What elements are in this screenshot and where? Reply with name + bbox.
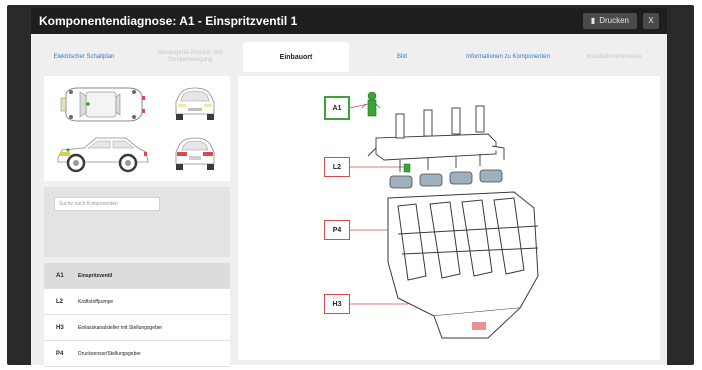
component-name: Einlasskanalsteller mit Stellungsgeber bbox=[78, 324, 163, 331]
component-name: Einspritzventil bbox=[78, 272, 113, 279]
tab-steckerbelegung: Steuergerät-Stecker und Steckerbelegung bbox=[137, 42, 243, 72]
engine-illustration bbox=[349, 91, 539, 339]
location-diagram: A1 L2 P4 H3 bbox=[238, 76, 660, 360]
sidebar: Suche nach Komponenten A1 Einspritzventi… bbox=[44, 76, 230, 367]
component-code: P4 bbox=[56, 350, 64, 357]
component-name: Kraftstoffpumpe bbox=[78, 298, 114, 305]
printer-icon: ▮ bbox=[590, 16, 596, 25]
diagram-label-p4[interactable]: P4 bbox=[324, 220, 350, 240]
search-panel: Suche nach Komponenten bbox=[44, 187, 230, 257]
close-button[interactable]: X bbox=[643, 13, 659, 29]
print-label: Drucken bbox=[599, 16, 629, 25]
vehicle-views bbox=[44, 76, 230, 181]
tab-bild[interactable]: Bild bbox=[349, 42, 455, 72]
component-code: H3 bbox=[56, 324, 64, 331]
component-code: L2 bbox=[56, 298, 64, 305]
window-title: Komponentendiagnose: A1 - Einspritzventi… bbox=[39, 14, 298, 28]
component-name: Drucksensor/Stellungsgeber bbox=[78, 350, 141, 357]
tab-informationen[interactable]: Informationen zu Komponenten bbox=[455, 42, 561, 72]
diagram-label-l2[interactable]: L2 bbox=[324, 157, 350, 177]
tab-einbauort[interactable]: Einbauort bbox=[243, 42, 349, 72]
tab-schaltplan[interactable]: Elektrischer Schaltplan bbox=[31, 42, 137, 72]
main-panel: Elektrischer Schaltplan Steuergerät-Stec… bbox=[31, 34, 667, 367]
diagram-label-a1[interactable]: A1 bbox=[324, 96, 350, 120]
car-front-view[interactable] bbox=[170, 84, 220, 124]
tab-installationshinweise: Installationshinweise bbox=[561, 42, 667, 72]
component-item-p4[interactable]: P4 Drucksensor/Stellungsgeber bbox=[44, 341, 230, 367]
car-top-view[interactable] bbox=[58, 82, 148, 127]
component-code: A1 bbox=[56, 272, 64, 279]
title-bar: Komponentendiagnose: A1 - Einspritzventi… bbox=[31, 8, 667, 34]
tab-bar: Elektrischer Schaltplan Steuergerät-Stec… bbox=[31, 42, 667, 72]
component-item-l2[interactable]: L2 Kraftstoffpumpe bbox=[44, 289, 230, 315]
car-side-view[interactable] bbox=[50, 130, 154, 176]
print-button[interactable]: ▮ Drucken bbox=[582, 13, 637, 29]
car-rear-view[interactable] bbox=[170, 134, 220, 174]
component-item-a1[interactable]: A1 Einspritzventil bbox=[44, 263, 230, 289]
component-list: A1 Einspritzventil L2 Kraftstoffpumpe H3… bbox=[44, 263, 230, 367]
component-item-h3[interactable]: H3 Einlasskanalsteller mit Stellungsgebe… bbox=[44, 315, 230, 341]
search-input[interactable]: Suche nach Komponenten bbox=[54, 197, 160, 211]
diagram-label-h3[interactable]: H3 bbox=[324, 294, 350, 314]
